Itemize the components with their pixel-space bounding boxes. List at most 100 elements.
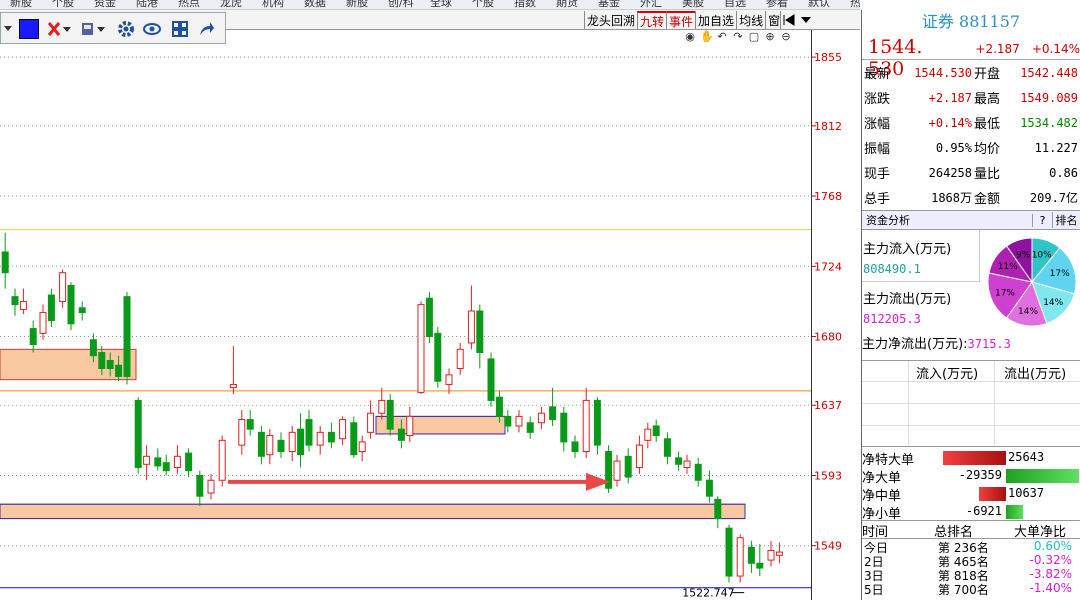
- top-menu-item[interactable]: 美股: [682, 0, 704, 9]
- net-order-label: 净中单: [862, 488, 902, 504]
- net-order-bars: 净特大单 25643 净大单 -29359 净中单 10637 净小单 -6921: [862, 446, 1080, 522]
- tab-3[interactable]: 加自选: [695, 11, 736, 29]
- candle-body: [736, 537, 744, 577]
- delete-drawing-icon[interactable]: [45, 18, 73, 40]
- tab-4[interactable]: 均线: [736, 11, 765, 29]
- inflow-col-header: 流入(万元): [916, 367, 979, 382]
- top-menu-item[interactable]: 个股: [52, 0, 74, 9]
- quote-row: 总手 1868万 金额 209.7亿: [862, 185, 1080, 210]
- quote-label: 均价: [974, 142, 1001, 157]
- stock-title: 证券 881157: [921, 12, 1021, 31]
- candle-body: [47, 294, 55, 322]
- main-inflow-value: 808490.1: [863, 262, 921, 276]
- pie-label: 10%: [1032, 251, 1052, 261]
- candle-body: [98, 352, 106, 369]
- top-menu-item[interactable]: 资金: [94, 0, 116, 9]
- quote-label: 总手: [864, 192, 891, 207]
- quote-row: 现手 264258 量比 0.86: [862, 160, 1080, 185]
- top-menu-item[interactable]: 基金: [598, 0, 620, 9]
- zoom-out-icon[interactable]: ⊖: [780, 31, 792, 43]
- color-picker-button[interactable]: [17, 18, 41, 40]
- quote-label: 最新: [864, 67, 891, 82]
- save-drawing-icon[interactable]: [79, 18, 107, 40]
- candle-body: [162, 462, 170, 472]
- candle-body: [378, 399, 386, 414]
- net-order-value: 25643: [1008, 450, 1045, 464]
- pie-label: 14%: [1043, 298, 1063, 308]
- net-order-label: 净特大单: [862, 452, 915, 468]
- candle-body: [683, 460, 691, 468]
- candle-body: [560, 412, 568, 443]
- top-menu-item[interactable]: 新股: [10, 0, 32, 9]
- candle-body: [487, 358, 495, 401]
- rank-ratio: -3.82%: [1029, 567, 1072, 581]
- zoom-in-icon[interactable]: ⊕: [764, 31, 776, 43]
- candle-body: [434, 332, 442, 382]
- top-menu-item[interactable]: 外汇: [640, 0, 662, 9]
- candle-body: [277, 439, 285, 453]
- top-menu-item[interactable]: 指数: [514, 0, 536, 9]
- share-icon[interactable]: [195, 18, 217, 40]
- eye-icon[interactable]: ◉: [684, 31, 696, 43]
- candle-body: [694, 463, 702, 481]
- tab-1[interactable]: 九转: [637, 11, 667, 29]
- collapse-arrow-icon[interactable]: [783, 14, 797, 26]
- top-menu-item[interactable]: 全球: [430, 0, 452, 9]
- top-menu-item[interactable]: 参看: [766, 0, 788, 9]
- zone-box[interactable]: [0, 503, 746, 520]
- candle-body: [185, 452, 193, 472]
- top-menu-item[interactable]: 热点: [178, 0, 200, 9]
- top-menu-item[interactable]: 机构: [262, 0, 284, 9]
- top-menu-item[interactable]: 龙虎: [220, 0, 242, 9]
- chart-icon-row: ◉ ✋ ↶ ↷ ▢ ⊕ ⊖: [684, 31, 792, 45]
- candle-body: [725, 527, 733, 577]
- dropdown-arrow-icon[interactable]: [3, 18, 13, 40]
- undo-icon[interactable]: ↶: [716, 31, 728, 43]
- quote-label: 现手: [864, 167, 891, 182]
- rank-value: 第 700名: [938, 583, 989, 597]
- fund-analysis-title: 资金分析: [866, 214, 910, 227]
- candle-body: [515, 415, 523, 427]
- dropdown-arrow-icon[interactable]: [801, 16, 811, 24]
- rank-ratio: -1.40%: [1029, 581, 1072, 595]
- redo-icon[interactable]: ↷: [732, 31, 744, 43]
- top-menu-item[interactable]: 个股: [472, 0, 494, 9]
- top-menu-item[interactable]: 默认: [808, 0, 830, 9]
- rank-button[interactable]: 排名: [1052, 212, 1080, 228]
- zone-box[interactable]: [375, 415, 506, 435]
- chart-nav-tabs: 龙头回溯 九转 事件 加自选 均线窗: [584, 11, 782, 29]
- grid-icon[interactable]: [169, 18, 191, 40]
- tab-2[interactable]: 事件: [666, 11, 696, 29]
- help-button[interactable]: ?: [1032, 213, 1052, 227]
- hand-icon[interactable]: ✋: [700, 31, 714, 43]
- net-order-bar: [1006, 469, 1079, 483]
- top-menu-item[interactable]: 陆港: [136, 0, 158, 9]
- candle-body: [39, 312, 47, 334]
- eye-icon[interactable]: [141, 18, 163, 40]
- candle-body: [593, 399, 601, 446]
- candle-body: [504, 415, 512, 427]
- candlestick-chart[interactable]: 1855 1812 1768 1724 1680 1637 1593 1549 1522.747: [0, 30, 860, 600]
- quote-value: 1549.089: [1020, 90, 1078, 105]
- top-menu-item[interactable]: 热搜: [850, 0, 860, 9]
- candle-body: [537, 412, 545, 424]
- gear-icon[interactable]: [115, 18, 137, 40]
- drawing-toolbar: [0, 12, 226, 44]
- tab-0[interactable]: 龙头回溯: [584, 11, 637, 29]
- candle-body: [173, 455, 181, 468]
- top-menu-item[interactable]: 期货: [556, 0, 578, 9]
- candle-body: [397, 428, 405, 441]
- top-menu-item[interactable]: 数据: [304, 0, 326, 9]
- candle-body: [445, 374, 453, 385]
- main-inflow-label: 主力流入(万元): [863, 242, 952, 257]
- top-menu-item[interactable]: 自选: [724, 0, 746, 9]
- candle-body: [663, 438, 671, 457]
- price-tick-label: 1768: [814, 190, 842, 203]
- candle-body: [705, 479, 713, 497]
- quote-value: 1544.530: [914, 65, 972, 80]
- candle-body: [78, 307, 86, 314]
- lock-icon[interactable]: ▢: [748, 31, 760, 43]
- top-menu-item[interactable]: 创/科: [388, 0, 414, 9]
- top-menu-item[interactable]: 新股: [346, 0, 368, 9]
- candle-body: [582, 399, 590, 453]
